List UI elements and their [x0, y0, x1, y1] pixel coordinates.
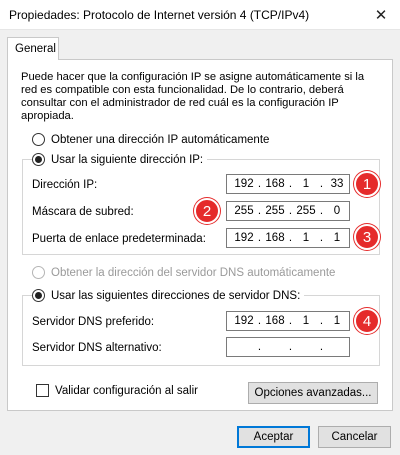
gateway-input[interactable]: 192. 168. 1. 1: [226, 228, 350, 248]
ip-auto-option[interactable]: Obtener una dirección IP automáticamente: [32, 133, 269, 146]
ip-address-label: Dirección IP:: [32, 179, 98, 191]
octet: 1: [302, 232, 310, 244]
dns-auto-label: Obtener la dirección del servidor DNS au…: [51, 266, 336, 279]
octet: 255: [265, 205, 285, 217]
octet: 168: [265, 315, 285, 327]
ip-auto-radio[interactable]: [32, 133, 45, 146]
annotation-badge-3: 3: [354, 224, 380, 250]
octet: 168: [265, 232, 285, 244]
octet: 192: [234, 232, 254, 244]
description-line: Puede hacer que la configuración IP se a…: [21, 71, 365, 83]
octet-separator: .: [288, 178, 293, 190]
tab-general[interactable]: General: [7, 37, 59, 60]
octet-separator: .: [319, 315, 324, 327]
octet: 1: [333, 315, 341, 327]
validate-label: Validar configuración al salir: [55, 384, 198, 397]
ip-auto-label: Obtener una dirección IP automáticamente: [51, 133, 270, 146]
octet-separator: .: [288, 232, 293, 244]
octet: 33: [330, 178, 344, 190]
octet: 192: [234, 178, 254, 190]
annotation-badge-2: 2: [194, 198, 220, 224]
octet: 1: [302, 178, 310, 190]
subnet-mask-label: Máscara de subred:: [32, 206, 134, 218]
octet: 1: [333, 232, 341, 244]
description-text: Puede hacer que la configuración IP se a…: [21, 71, 371, 123]
window-title: Propiedades: Protocolo de Internet versi…: [9, 8, 310, 22]
title-bar: Propiedades: Protocolo de Internet versi…: [0, 0, 400, 30]
ip-manual-option[interactable]: Usar la siguiente dirección IP:: [32, 153, 208, 166]
gateway-label: Puerta de enlace predeterminada:: [32, 233, 206, 245]
octet-separator: .: [288, 315, 293, 327]
octet: 255: [296, 205, 316, 217]
octet: 1: [302, 315, 310, 327]
octet-separator: .: [288, 205, 293, 217]
validate-option[interactable]: Validar configuración al salir: [36, 384, 198, 397]
description-line: consultar con el administrador de red cu…: [21, 97, 339, 109]
preferred-dns-input[interactable]: 192. 168. 1. 1: [226, 311, 350, 331]
octet: 168: [265, 178, 285, 190]
dns-manual-option[interactable]: Usar las siguientes direcciones de servi…: [32, 289, 305, 302]
octet-separator: .: [288, 341, 293, 353]
alternate-dns-label: Servidor DNS alternativo:: [32, 342, 162, 354]
octet-separator: .: [319, 205, 324, 217]
description-line: red es compatible con esta funcionalidad…: [21, 84, 344, 96]
octet: 255: [234, 205, 254, 217]
advanced-options-button[interactable]: Opciones avanzadas...: [248, 382, 378, 404]
alternate-dns-input[interactable]: . . .: [226, 337, 350, 357]
ip-manual-label: Usar la siguiente dirección IP:: [51, 153, 204, 166]
dns-auto-radio[interactable]: [32, 266, 45, 279]
description-line: apropiada.: [21, 110, 74, 122]
subnet-mask-input[interactable]: 255. 255. 255. 0: [226, 201, 350, 221]
cancel-button[interactable]: Cancelar: [318, 426, 391, 448]
dns-manual-label: Usar las siguientes direcciones de servi…: [51, 289, 301, 302]
preferred-dns-label: Servidor DNS preferido:: [32, 316, 155, 328]
octet-separator: .: [257, 205, 262, 217]
octet-separator: .: [319, 232, 324, 244]
octet-separator: .: [257, 232, 262, 244]
octet: 192: [234, 315, 254, 327]
octet-separator: .: [257, 178, 262, 190]
ip-manual-radio[interactable]: [32, 153, 45, 166]
octet-separator: .: [257, 315, 262, 327]
accept-button[interactable]: Aceptar: [237, 426, 310, 448]
general-panel: Puede hacer que la configuración IP se a…: [7, 59, 393, 411]
ip-address-input[interactable]: 192. 168. 1. 33: [226, 174, 350, 194]
annotation-badge-1: 1: [354, 171, 380, 197]
validate-checkbox[interactable]: [36, 384, 49, 397]
octet-separator: .: [257, 341, 262, 353]
dns-auto-option[interactable]: Obtener la dirección del servidor DNS au…: [32, 266, 335, 279]
octet-separator: .: [319, 341, 324, 353]
dns-manual-radio[interactable]: [32, 289, 45, 302]
octet: 0: [333, 205, 341, 217]
octet-separator: .: [319, 178, 324, 190]
close-icon[interactable]: ✕: [370, 4, 392, 26]
annotation-badge-4: 4: [354, 308, 380, 334]
